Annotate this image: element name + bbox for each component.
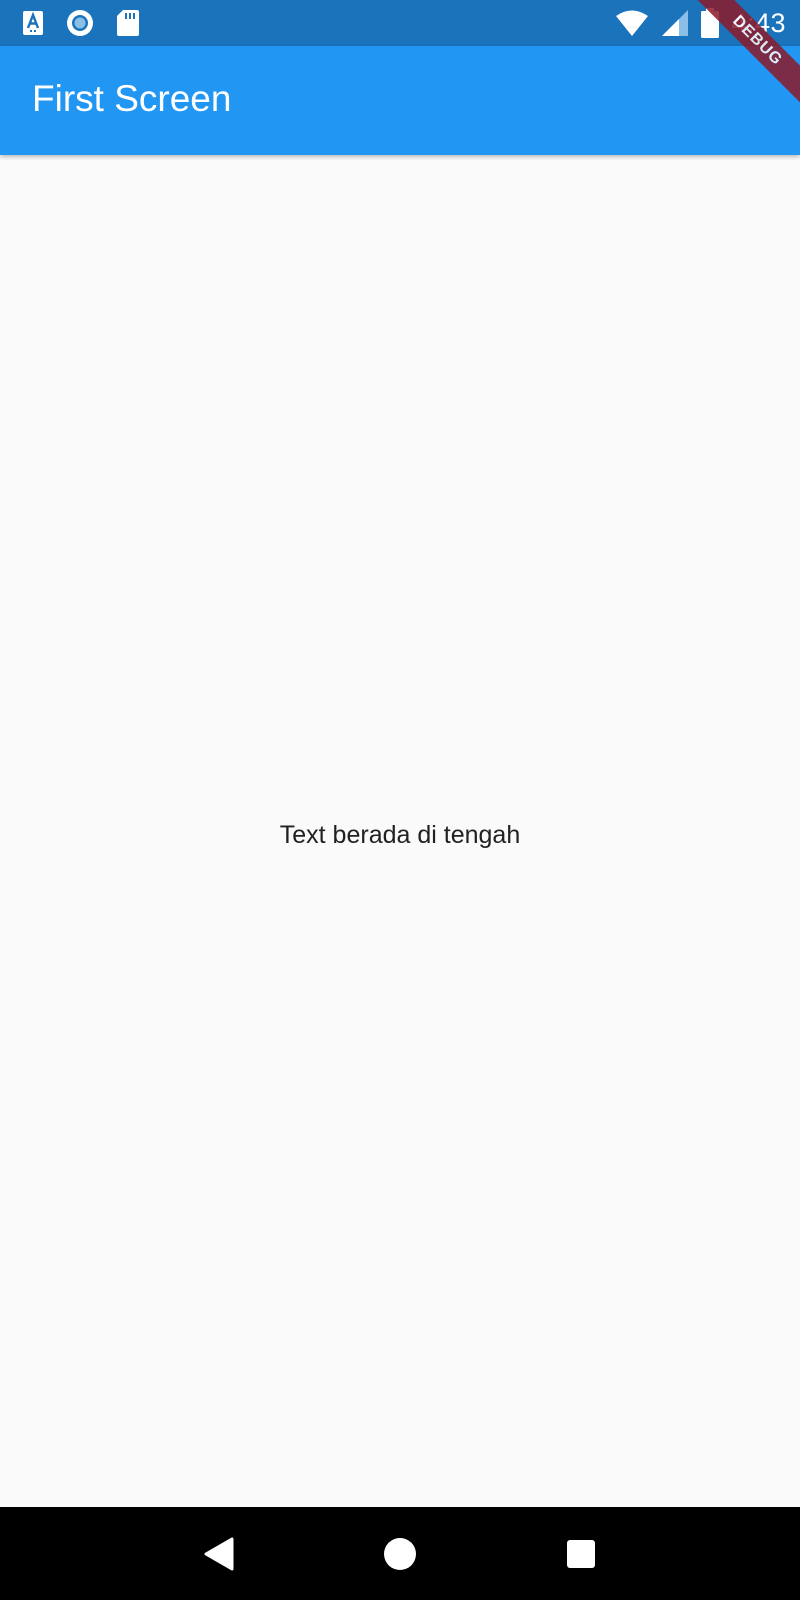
app-screen: 4:43 First Screen DEBUG Text berada di t… <box>0 0 800 1600</box>
status-bar-system: 4:43 <box>615 6 786 40</box>
center-text: Text berada di tengah <box>279 820 521 849</box>
circle-record-icon <box>66 9 94 37</box>
page-title: First Screen <box>32 78 232 119</box>
status-bar: 4:43 <box>0 0 800 46</box>
cell-signal-icon <box>661 9 689 37</box>
battery-icon <box>701 8 720 38</box>
navigation-bar <box>0 1507 800 1600</box>
recents-icon[interactable] <box>566 1539 596 1569</box>
app-bar: First Screen <box>0 46 800 155</box>
body-content: Text berada di tengah <box>0 155 800 1507</box>
status-bar-notifications <box>22 8 140 38</box>
wifi-icon <box>615 9 649 37</box>
status-time: 4:43 <box>731 7 786 38</box>
back-icon[interactable] <box>204 1537 234 1571</box>
text-a-icon <box>22 10 44 36</box>
home-icon[interactable] <box>383 1537 417 1571</box>
sd-card-icon <box>116 9 140 37</box>
